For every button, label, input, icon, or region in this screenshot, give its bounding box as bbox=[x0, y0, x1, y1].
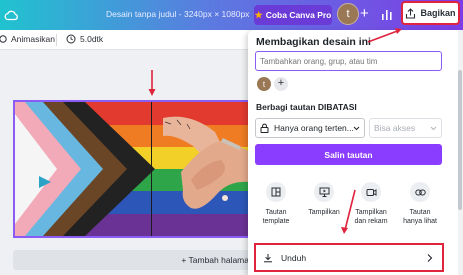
view-only-link-option[interactable]: Tautan hanya lihat bbox=[400, 182, 440, 226]
try-pro-label: Coba Canva Pro bbox=[265, 10, 332, 20]
crown-icon: ★ bbox=[254, 9, 263, 20]
duration-label: 5.0dtk bbox=[80, 34, 104, 44]
add-person-button[interactable]: + bbox=[274, 77, 288, 91]
present-option[interactable]: Tampilkan bbox=[304, 182, 344, 217]
animate-button[interactable]: Animasikan bbox=[0, 34, 55, 44]
chevron-down-icon bbox=[430, 126, 437, 131]
avatar[interactable]: t bbox=[337, 3, 359, 25]
top-bar: Desain tanpa judul - 3240px × 1080px ★ C… bbox=[0, 0, 463, 30]
chevron-down-icon bbox=[353, 126, 360, 131]
share-panel-title: Membagikan desain ini bbox=[256, 36, 371, 48]
editor-toolbar: Animasikan 5.0dtk bbox=[0, 30, 250, 50]
share-button[interactable]: Bagikan bbox=[401, 1, 460, 25]
lock-icon bbox=[260, 123, 269, 133]
download-button[interactable]: Unduh bbox=[254, 243, 444, 272]
clock-icon bbox=[66, 34, 76, 44]
collaborator-avatar[interactable]: t bbox=[257, 77, 271, 91]
chevron-right-icon bbox=[427, 254, 433, 262]
record-icon bbox=[361, 182, 381, 202]
template-link-option[interactable]: Tautan template bbox=[256, 182, 296, 226]
design-image bbox=[15, 102, 251, 236]
permission-select[interactable]: Bisa akses bbox=[369, 118, 442, 138]
present-record-label: Tampilkan dan rekam bbox=[354, 209, 388, 225]
present-record-option[interactable]: Tampilkan dan rekam bbox=[351, 182, 391, 226]
animate-icon bbox=[0, 35, 7, 43]
copy-link-button[interactable]: Salin tautan bbox=[255, 144, 442, 165]
cloud-save-icon[interactable] bbox=[3, 7, 19, 23]
share-label: Bagikan bbox=[420, 8, 456, 18]
add-page-button[interactable]: + Tambah halama bbox=[13, 250, 253, 270]
scrollbar-thumb[interactable] bbox=[458, 70, 462, 210]
view-only-link-label: Tautan hanya lihat bbox=[403, 209, 437, 225]
document-title[interactable]: Desain tanpa judul - 3240px × 1080px bbox=[106, 9, 249, 19]
template-link-label: Tautan template bbox=[262, 209, 290, 225]
add-people-input[interactable] bbox=[255, 51, 442, 71]
duration-button[interactable]: 5.0dtk bbox=[66, 34, 103, 44]
link-sharing-heading: Berbagi tautan DIBATASI bbox=[256, 102, 357, 112]
toolbar-divider bbox=[56, 34, 57, 46]
template-icon bbox=[266, 182, 286, 202]
try-pro-button[interactable]: ★ Coba Canva Pro bbox=[254, 5, 332, 25]
insights-icon[interactable] bbox=[381, 8, 393, 21]
download-label: Unduh bbox=[281, 252, 307, 263]
permission-select-value: Bisa akses bbox=[374, 123, 416, 133]
access-select[interactable]: Hanya orang terten... bbox=[255, 118, 365, 138]
access-select-value: Hanya orang terten... bbox=[274, 123, 354, 133]
link-icon bbox=[410, 182, 430, 202]
design-canvas[interactable] bbox=[13, 100, 253, 238]
present-label: Tampilkan bbox=[308, 209, 340, 216]
download-icon bbox=[264, 253, 272, 262]
upload-icon bbox=[406, 7, 416, 19]
add-collaborator-icon[interactable]: + bbox=[360, 5, 369, 23]
share-panel: Membagikan desain ini t + Berbagi tautan… bbox=[248, 30, 458, 275]
present-icon bbox=[314, 182, 334, 202]
animate-label: Animasikan bbox=[11, 34, 55, 44]
